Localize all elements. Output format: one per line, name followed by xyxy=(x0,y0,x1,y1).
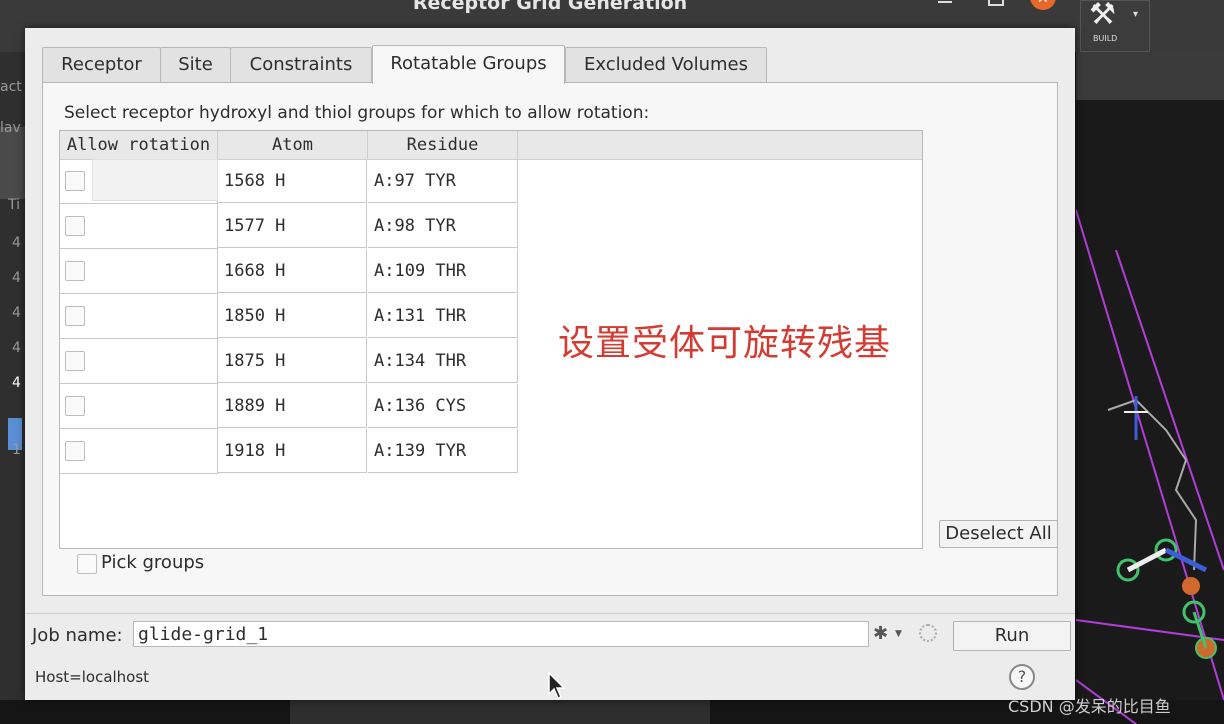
allow-rotation-checkbox[interactable] xyxy=(65,351,85,371)
allow-rotation-cell xyxy=(60,294,218,339)
residue-cell: A:134 THR xyxy=(368,339,518,383)
mouse-cursor-icon xyxy=(548,672,566,699)
allow-rotation-cell xyxy=(60,159,218,204)
build-label: BUILD xyxy=(1093,34,1118,43)
tab-excluded-volumes[interactable]: Excluded Volumes xyxy=(565,47,767,82)
chevron-down-icon: ▾ xyxy=(1133,9,1139,20)
atom-cell: 1568 H xyxy=(218,159,367,203)
gear-icon[interactable]: ✱ xyxy=(873,623,888,644)
pick-groups-label: Pick groups xyxy=(101,552,205,573)
allow-rotation-checkbox[interactable] xyxy=(65,261,85,281)
residue-cell: A:136 CYS xyxy=(368,384,518,428)
atom-cell: 1889 H xyxy=(218,384,367,428)
sidebar-fragment: lav xyxy=(0,120,21,136)
atom-cell: 1577 H xyxy=(218,204,367,248)
rotatable-groups-panel: Select receptor hydroxyl and thiol group… xyxy=(42,82,1058,596)
tab-receptor[interactable]: Receptor xyxy=(42,47,161,82)
cell-highlight xyxy=(92,159,218,201)
allow-rotation-cell xyxy=(60,249,218,294)
maximize-icon[interactable] xyxy=(988,0,1004,6)
allow-rotation-checkbox[interactable] xyxy=(65,441,85,461)
sidebar-fragment: 4 xyxy=(12,270,21,286)
receptor-grid-dialog: Receptor Site Constraints Rotatable Grou… xyxy=(25,28,1075,700)
window-title: Receptor Grid Generation xyxy=(412,0,688,14)
residue-cell: A:139 TYR xyxy=(368,429,518,473)
structure-viewer[interactable] xyxy=(1076,100,1224,724)
background-bottom-panel xyxy=(290,700,710,724)
progress-spinner-icon xyxy=(919,624,937,642)
sidebar-fragment: 4 xyxy=(12,235,21,251)
atom-cell: 1668 H xyxy=(218,249,367,293)
build-button[interactable]: ⚒ ▾ BUILD xyxy=(1080,0,1150,52)
allow-rotation-checkbox[interactable] xyxy=(65,171,85,191)
column-header-allow-rotation[interactable]: Allow rotation xyxy=(60,131,218,159)
allow-rotation-cell xyxy=(60,429,218,474)
tab-site[interactable]: Site xyxy=(160,47,231,82)
deselect-all-button[interactable]: Deselect All xyxy=(939,520,1058,548)
allow-rotation-cell xyxy=(60,384,218,429)
sidebar-fragment: act xyxy=(0,79,22,95)
allow-rotation-checkbox[interactable] xyxy=(65,216,85,236)
divider xyxy=(25,613,1075,614)
tab-rotatable-groups[interactable]: Rotatable Groups xyxy=(372,45,565,84)
residue-cell: A:109 THR xyxy=(368,249,518,293)
rotatable-groups-table[interactable]: Allow rotation Atom Residue 1568 H A:97 … xyxy=(59,130,923,549)
residue-cell: A:97 TYR xyxy=(368,159,518,203)
sidebar-fragment: Ti xyxy=(8,197,21,213)
allow-rotation-checkbox[interactable] xyxy=(65,306,85,326)
atom-cell: 1875 H xyxy=(218,339,367,383)
background-toolbar xyxy=(1076,52,1224,100)
annotation-label: 设置受体可旋转残基 xyxy=(558,323,892,364)
molecule-view-image xyxy=(1076,209,1224,724)
instruction-text: Select receptor hydroxyl and thiol group… xyxy=(64,103,650,123)
column-header-atom[interactable]: Atom xyxy=(218,131,368,159)
allow-rotation-checkbox[interactable] xyxy=(65,396,85,416)
tools-icon: ⚒ xyxy=(1089,0,1116,32)
sidebar-fragment: 1 xyxy=(12,442,21,458)
allow-rotation-cell xyxy=(60,339,218,384)
atom-cell: 1918 H xyxy=(218,429,367,473)
table-header: Allow rotation Atom Residue xyxy=(60,131,922,160)
allow-rotation-cell xyxy=(60,204,218,249)
chevron-down-icon[interactable]: ▼ xyxy=(895,629,902,639)
job-name-input[interactable]: glide-grid_1 xyxy=(133,621,869,647)
host-status: Host=localhost xyxy=(35,668,150,686)
residue-cell: A:131 THR xyxy=(368,294,518,338)
sidebar-fragment: 4 xyxy=(12,305,21,321)
job-name-label: Job name: xyxy=(32,625,123,646)
tab-constraints[interactable]: Constraints xyxy=(230,47,372,82)
atom-cell: 1850 H xyxy=(218,294,367,338)
help-icon[interactable]: ? xyxy=(1009,664,1035,690)
column-header-residue[interactable]: Residue xyxy=(368,131,518,159)
sidebar-fragment: 4 xyxy=(12,340,21,356)
pick-groups-checkbox[interactable] xyxy=(77,554,97,574)
run-button[interactable]: Run xyxy=(953,621,1071,651)
watermark: CSDN @发呆的比目鱼 xyxy=(1008,697,1171,716)
minimize-icon[interactable] xyxy=(938,1,952,3)
residue-cell: A:98 TYR xyxy=(368,204,518,248)
sidebar-fragment: 4 xyxy=(12,375,21,391)
sidebar-panel xyxy=(0,127,25,199)
window-controls: ✕ xyxy=(930,0,1056,14)
